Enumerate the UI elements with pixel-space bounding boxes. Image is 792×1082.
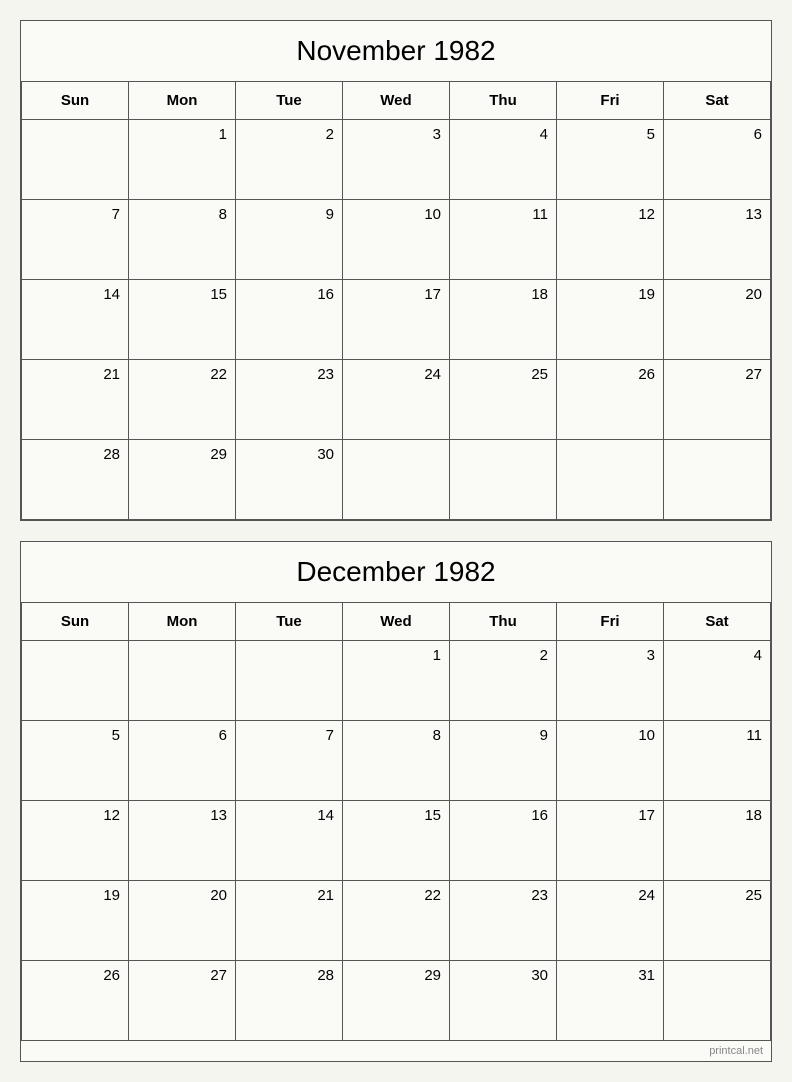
- table-row: 7: [236, 721, 343, 801]
- table-row: 24: [557, 881, 664, 961]
- table-row: 19: [22, 881, 129, 961]
- table-row: 11: [664, 721, 771, 801]
- table-row: 29: [343, 961, 450, 1041]
- table-row: 25: [450, 360, 557, 440]
- table-row: 24: [343, 360, 450, 440]
- table-row: 16: [450, 801, 557, 881]
- dec-header-sat: Sat: [664, 603, 771, 641]
- table-row: 25: [664, 881, 771, 961]
- november-calendar: November 1982 Sun Mon Tue Wed Thu Fri Sa…: [20, 20, 772, 521]
- table-row: 12: [22, 801, 129, 881]
- table-row: 27: [664, 360, 771, 440]
- table-row: 10: [557, 721, 664, 801]
- table-row: [557, 440, 664, 520]
- november-grid: Sun Mon Tue Wed Thu Fri Sat 1 2 3 4 5 6 …: [21, 82, 771, 520]
- header-sat: Sat: [664, 82, 771, 120]
- dec-header-fri: Fri: [557, 603, 664, 641]
- dec-header-sun: Sun: [22, 603, 129, 641]
- table-row: 18: [664, 801, 771, 881]
- table-row: [450, 440, 557, 520]
- page-container: November 1982 Sun Mon Tue Wed Thu Fri Sa…: [20, 20, 772, 1062]
- table-row: 1: [129, 120, 236, 200]
- november-title: November 1982: [21, 21, 771, 82]
- table-row: 15: [343, 801, 450, 881]
- table-row: 14: [22, 280, 129, 360]
- table-row: 30: [236, 440, 343, 520]
- table-row: 23: [450, 881, 557, 961]
- table-row: 14: [236, 801, 343, 881]
- table-row: 16: [236, 280, 343, 360]
- table-row: 9: [236, 200, 343, 280]
- table-row: 4: [450, 120, 557, 200]
- table-row: 23: [236, 360, 343, 440]
- table-row: 3: [557, 641, 664, 721]
- table-row: 21: [22, 360, 129, 440]
- table-row: 8: [129, 200, 236, 280]
- table-row: 20: [129, 881, 236, 961]
- table-row: 12: [557, 200, 664, 280]
- table-row: 28: [22, 440, 129, 520]
- table-row: 18: [450, 280, 557, 360]
- table-row: 8: [343, 721, 450, 801]
- table-row: 3: [343, 120, 450, 200]
- table-row: [22, 641, 129, 721]
- table-row: 2: [450, 641, 557, 721]
- table-row: 22: [129, 360, 236, 440]
- watermark: printcal.net: [21, 1041, 771, 1061]
- header-thu: Thu: [450, 82, 557, 120]
- table-row: 28: [236, 961, 343, 1041]
- table-row: 22: [343, 881, 450, 961]
- dec-header-mon: Mon: [129, 603, 236, 641]
- table-row: 1: [343, 641, 450, 721]
- table-row: 5: [22, 721, 129, 801]
- table-row: 20: [664, 280, 771, 360]
- header-wed: Wed: [343, 82, 450, 120]
- december-calendar: December 1982 Sun Mon Tue Wed Thu Fri Sa…: [20, 541, 772, 1062]
- table-row: 6: [664, 120, 771, 200]
- table-row: 30: [450, 961, 557, 1041]
- table-row: 11: [450, 200, 557, 280]
- header-mon: Mon: [129, 82, 236, 120]
- table-row: [664, 440, 771, 520]
- header-fri: Fri: [557, 82, 664, 120]
- table-row: 13: [129, 801, 236, 881]
- table-row: 13: [664, 200, 771, 280]
- table-row: 10: [343, 200, 450, 280]
- dec-header-tue: Tue: [236, 603, 343, 641]
- december-grid: Sun Mon Tue Wed Thu Fri Sat 1 2 3 4 5 6 …: [21, 603, 771, 1041]
- dec-header-wed: Wed: [343, 603, 450, 641]
- table-row: [664, 961, 771, 1041]
- table-row: 4: [664, 641, 771, 721]
- table-row: 9: [450, 721, 557, 801]
- dec-header-thu: Thu: [450, 603, 557, 641]
- december-title: December 1982: [21, 542, 771, 603]
- table-row: 17: [343, 280, 450, 360]
- table-row: 29: [129, 440, 236, 520]
- table-row: 21: [236, 881, 343, 961]
- table-row: 19: [557, 280, 664, 360]
- table-row: 5: [557, 120, 664, 200]
- table-row: 26: [557, 360, 664, 440]
- table-row: 7: [22, 200, 129, 280]
- table-row: 27: [129, 961, 236, 1041]
- table-row: [343, 440, 450, 520]
- table-row: [22, 120, 129, 200]
- table-row: 17: [557, 801, 664, 881]
- table-row: 31: [557, 961, 664, 1041]
- table-row: [236, 641, 343, 721]
- table-row: 2: [236, 120, 343, 200]
- table-row: 15: [129, 280, 236, 360]
- table-row: 6: [129, 721, 236, 801]
- header-tue: Tue: [236, 82, 343, 120]
- table-row: 26: [22, 961, 129, 1041]
- table-row: [129, 641, 236, 721]
- header-sun: Sun: [22, 82, 129, 120]
